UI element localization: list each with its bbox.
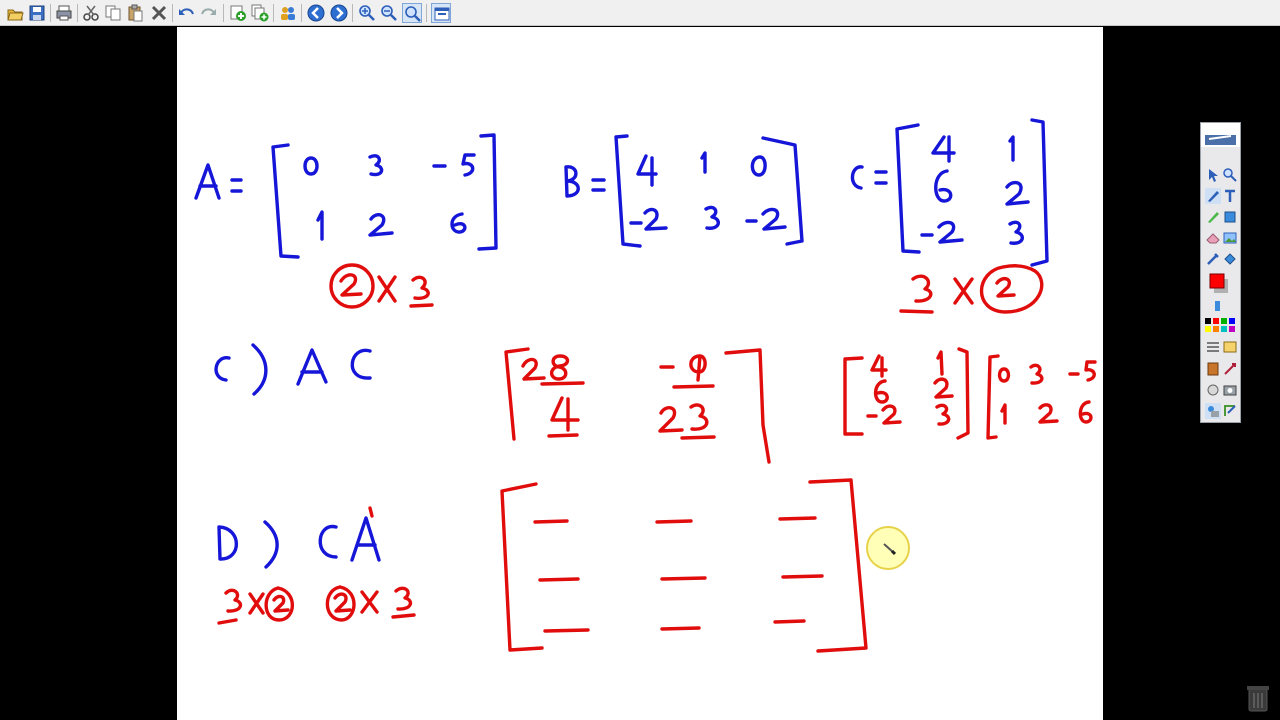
ac-result-matrix	[504, 347, 771, 464]
line-style-icon[interactable]	[1205, 339, 1221, 355]
color-swatch-red[interactable]	[1213, 318, 1219, 324]
a-dimensions	[329, 263, 434, 309]
zoom-in-icon[interactable]	[357, 3, 377, 23]
pointer-highlight	[866, 526, 910, 570]
export-icon[interactable]	[1222, 403, 1238, 419]
settings-icon[interactable]	[1222, 339, 1238, 355]
camera-icon[interactable]	[1222, 382, 1238, 398]
undo-icon[interactable]	[176, 3, 196, 23]
side-multiplication	[843, 347, 1097, 440]
save-icon[interactable]	[27, 3, 47, 23]
pen-cursor-icon	[883, 543, 896, 556]
main-toolbar	[0, 0, 1280, 26]
color-swatch-magenta[interactable]	[1229, 326, 1235, 332]
forward-icon[interactable]	[329, 3, 349, 23]
trash-icon[interactable]	[1245, 683, 1271, 717]
text-tool-icon[interactable]	[1222, 188, 1238, 204]
color-swatch-blue[interactable]	[1229, 318, 1235, 324]
palette-header[interactable]	[1201, 123, 1240, 147]
selected-color-icon[interactable]	[1209, 273, 1228, 293]
users-icon[interactable]	[278, 3, 298, 23]
cut-icon[interactable]	[81, 3, 101, 23]
print-icon[interactable]	[54, 3, 74, 23]
add-page-icon[interactable]	[228, 3, 248, 23]
paste-icon[interactable]	[125, 3, 145, 23]
color-swatch-yellow[interactable]	[1205, 326, 1211, 332]
shape-tool-icon[interactable]	[1222, 209, 1238, 225]
whiteboard-canvas[interactable]	[177, 27, 1103, 720]
pointer-tool-icon[interactable]	[1205, 167, 1221, 183]
image-tool-icon[interactable]	[1222, 230, 1238, 246]
window-icon[interactable]	[431, 3, 451, 23]
pen-tool-icon[interactable]	[1205, 188, 1221, 204]
media-icon[interactable]	[1205, 403, 1221, 419]
delete-icon[interactable]	[149, 3, 169, 23]
zoom-fit-icon[interactable]	[402, 3, 422, 23]
size-slider-icon[interactable]	[1213, 299, 1229, 315]
c-dimensions	[899, 264, 1044, 314]
color-swatch-green[interactable]	[1221, 318, 1227, 324]
zoom-tool-icon[interactable]	[1222, 167, 1238, 183]
tool-palette	[1200, 122, 1241, 423]
ca-dimensions	[217, 585, 416, 625]
color-swatch-orange[interactable]	[1213, 326, 1219, 332]
zoom-out-icon[interactable]	[379, 3, 399, 23]
copy-icon[interactable]	[103, 3, 123, 23]
back-icon[interactable]	[306, 3, 326, 23]
eraser-tool-icon[interactable]	[1205, 230, 1221, 246]
record-icon[interactable]	[1205, 361, 1221, 377]
duplicate-page-icon[interactable]	[250, 3, 270, 23]
highlighter-tool-icon[interactable]	[1205, 209, 1221, 225]
red-ink-layer	[217, 263, 1097, 653]
magic-pen-icon[interactable]	[1222, 361, 1238, 377]
redo-icon[interactable]	[199, 3, 219, 23]
screen-capture-icon[interactable]	[1205, 382, 1221, 398]
fill-tool-icon[interactable]	[1222, 251, 1238, 267]
color-swatch-cyan[interactable]	[1221, 326, 1227, 332]
ca-result-matrix	[500, 478, 868, 653]
open-icon[interactable]	[5, 3, 25, 23]
pipette-tool-icon[interactable]	[1205, 251, 1221, 267]
color-swatch-black[interactable]	[1205, 318, 1211, 324]
